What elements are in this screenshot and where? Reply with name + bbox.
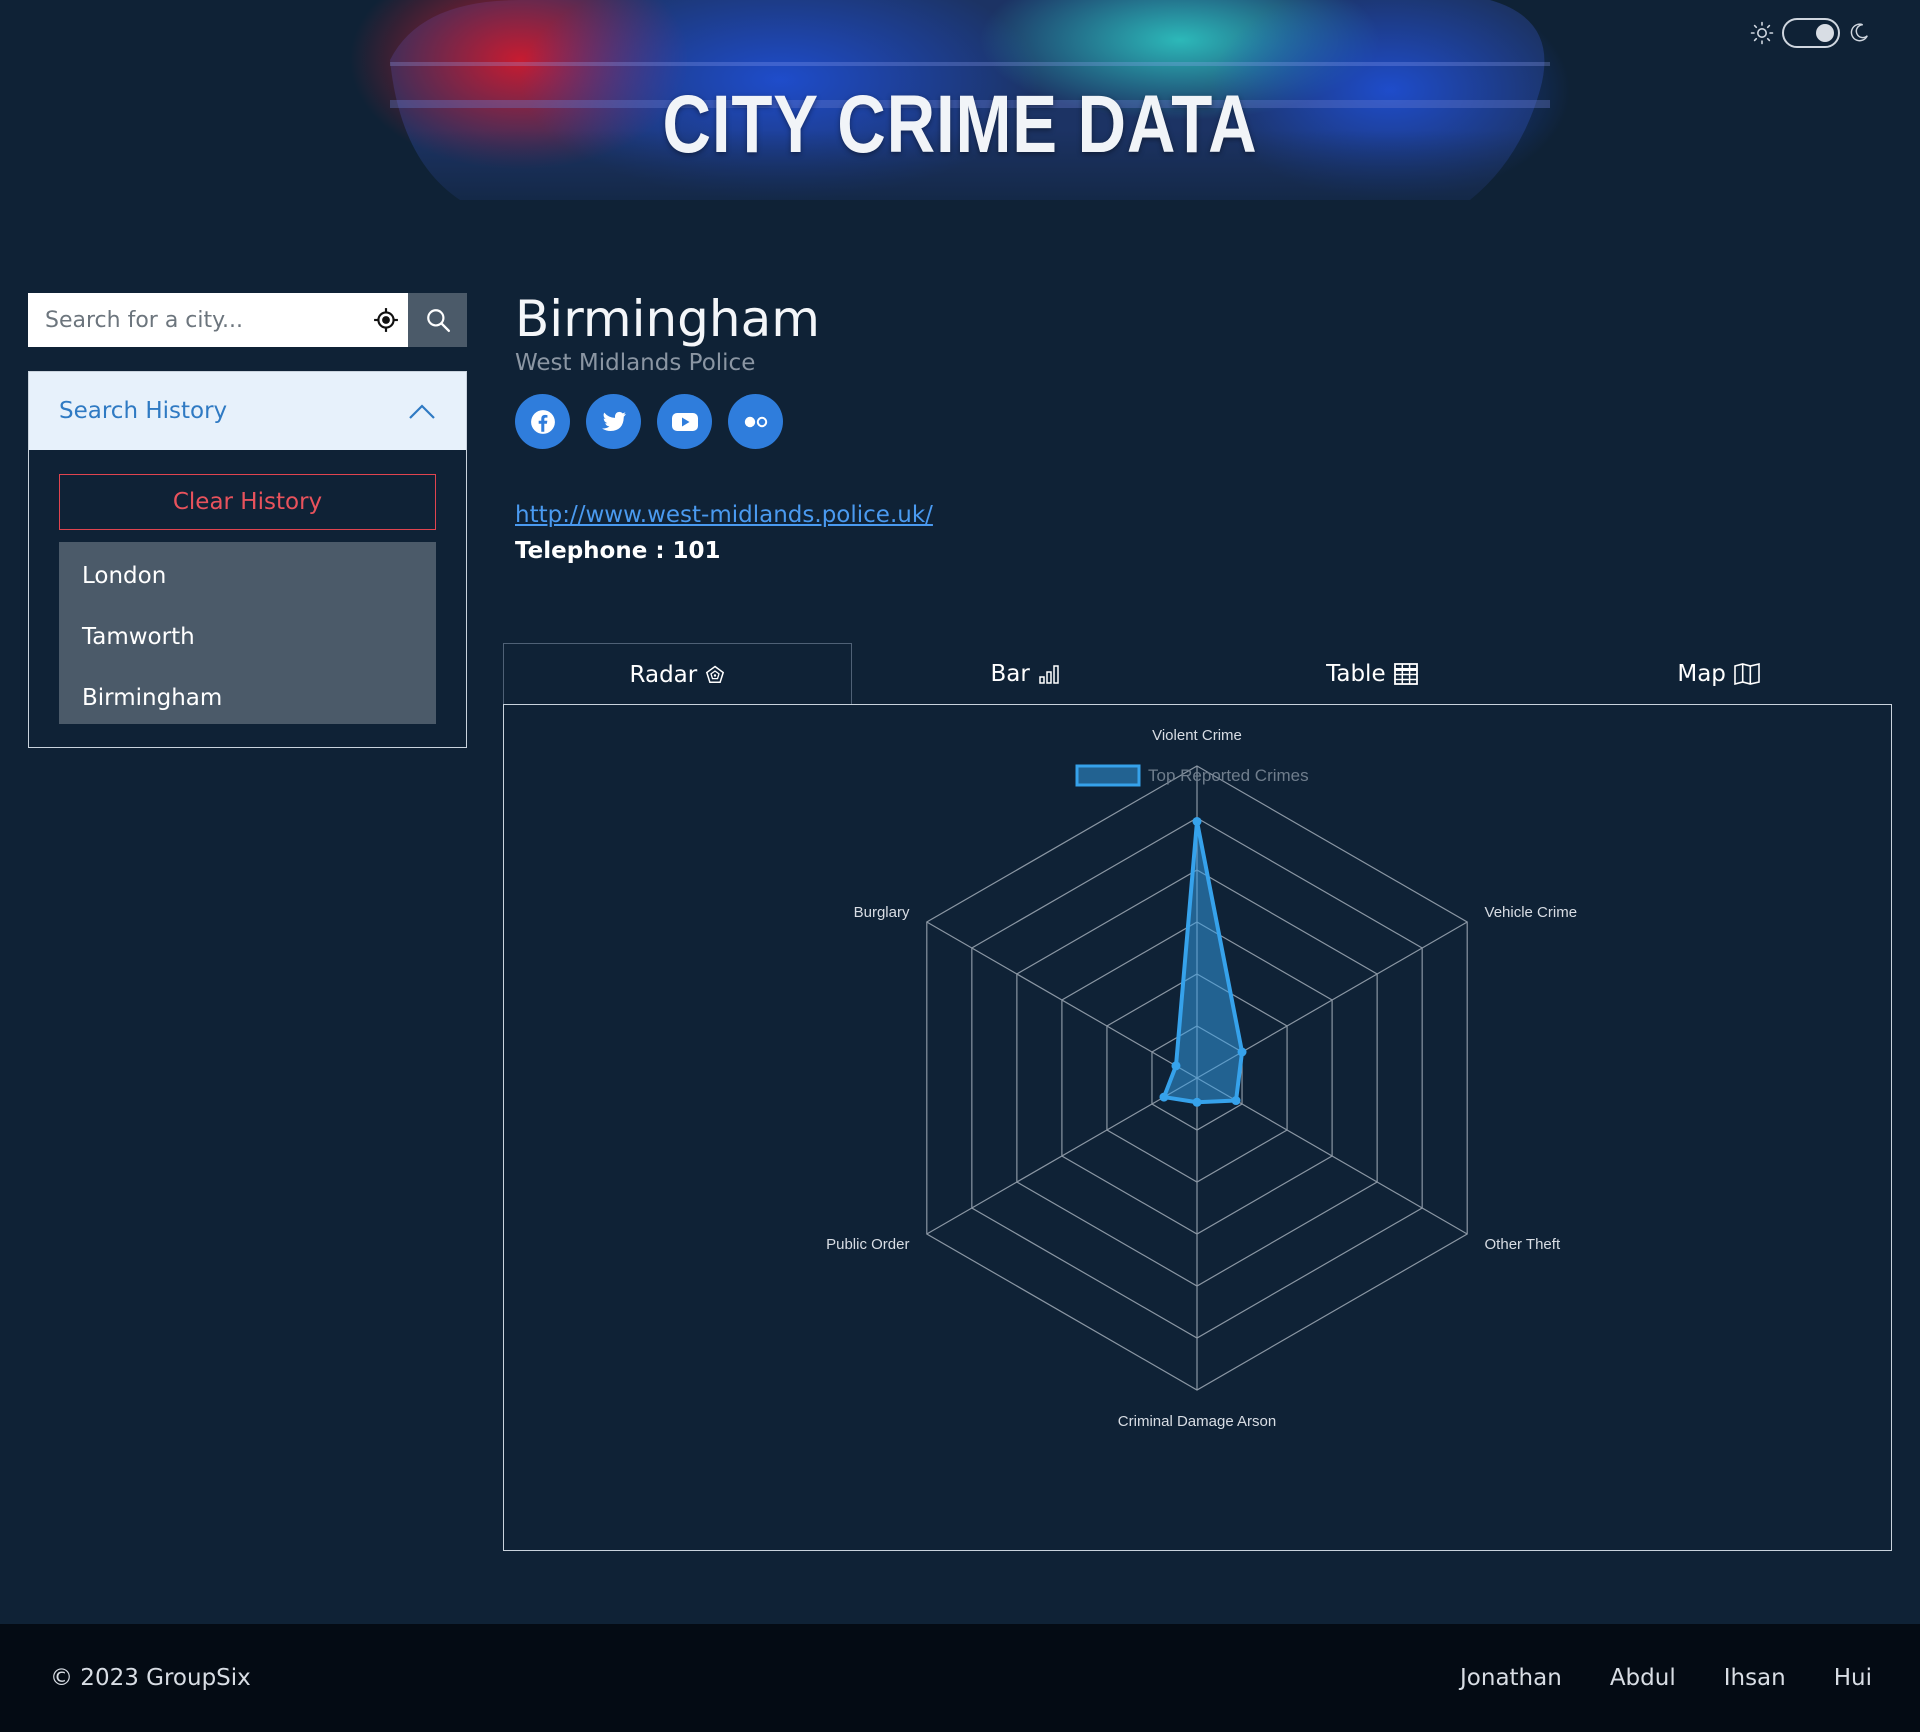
twitter-link[interactable] xyxy=(586,394,641,449)
radar-chart: Violent Crime Vehicle Crime Other Theft Cri… xyxy=(826,727,1578,1430)
crosshair-icon[interactable] xyxy=(373,307,399,333)
radar-category-label: Vehicle Crime xyxy=(1485,904,1578,921)
author-link[interactable]: Abdul xyxy=(1610,1665,1676,1691)
author-link[interactable]: Jonathan xyxy=(1460,1665,1562,1691)
moon-icon xyxy=(1850,23,1868,42)
search-history-panel: Search History Clear History London Tamw… xyxy=(28,371,467,748)
radar-point[interactable] xyxy=(1192,816,1202,826)
page-title: CITY CRIME DATA xyxy=(662,79,1258,170)
history-item[interactable]: London xyxy=(59,548,436,609)
tab-table[interactable]: Table xyxy=(1199,643,1546,705)
hero-banner: CITY CRIME DATA xyxy=(0,0,1920,245)
tab-map[interactable]: Map xyxy=(1545,643,1892,705)
radar-category-label: Burglary xyxy=(854,904,910,921)
police-website-link[interactable]: http://www.west-midlands.police.uk/ xyxy=(515,502,933,528)
history-item[interactable]: Tamworth xyxy=(59,609,436,670)
radar-point[interactable] xyxy=(1159,1092,1169,1102)
search-input[interactable] xyxy=(28,293,408,347)
radar-point[interactable] xyxy=(1231,1096,1241,1106)
police-force-name: West Midlands Police xyxy=(515,350,756,376)
radar-category-label: Violent Crime xyxy=(1152,727,1242,744)
theme-switch[interactable] xyxy=(1782,18,1840,48)
tab-radar[interactable]: Radar xyxy=(503,643,852,705)
tab-label: Table xyxy=(1326,661,1386,687)
chart-tabs: Radar Bar Table Map xyxy=(503,643,1892,705)
search-icon xyxy=(426,309,450,333)
tab-label: Radar xyxy=(629,661,698,688)
footer: © 2023 GroupSix Jonathan Abdul Ihsan Hui xyxy=(0,1624,1920,1732)
legend-swatch[interactable] xyxy=(1075,764,1141,787)
sun-icon xyxy=(1750,21,1774,45)
twitter-icon xyxy=(601,411,626,431)
radar-point[interactable] xyxy=(1171,1061,1181,1071)
city-name: Birmingham xyxy=(515,290,820,348)
author-link[interactable]: Hui xyxy=(1834,1665,1872,1691)
facebook-link[interactable] xyxy=(515,394,570,449)
radar-category-label: Public Order xyxy=(826,1236,909,1253)
search-history-toggle[interactable]: Search History xyxy=(29,372,466,450)
search-history-title: Search History xyxy=(59,398,228,424)
author-links: Jonathan Abdul Ihsan Hui xyxy=(1460,1665,1872,1691)
radar-category-label: Other Theft xyxy=(1485,1236,1561,1253)
map-icon xyxy=(1734,663,1760,685)
radar-series-area[interactable] xyxy=(1161,819,1245,1105)
theme-switch-knob xyxy=(1816,24,1834,42)
clear-history-button[interactable]: Clear History xyxy=(59,474,436,530)
radar-chart-panel: Violent Crime Vehicle Crime Other Theft Cri… xyxy=(503,704,1892,1551)
radar-point[interactable] xyxy=(1192,1097,1202,1107)
author-link[interactable]: Ihsan xyxy=(1724,1665,1786,1691)
tab-label: Map xyxy=(1677,661,1726,687)
police-telephone: Telephone : 101 xyxy=(515,538,721,564)
radar-category-label: Criminal Damage Arson xyxy=(1118,1413,1276,1430)
flickr-icon xyxy=(744,416,767,427)
history-item[interactable]: Birmingham xyxy=(59,670,436,731)
youtube-link[interactable] xyxy=(657,394,712,449)
radar-icon xyxy=(706,665,725,683)
flickr-link[interactable] xyxy=(728,394,783,449)
facebook-icon xyxy=(530,409,555,434)
radar-point[interactable] xyxy=(1237,1047,1247,1057)
search-button[interactable] xyxy=(408,293,467,347)
theme-toggle[interactable] xyxy=(1750,18,1880,48)
city-search xyxy=(28,293,467,347)
tab-label: Bar xyxy=(990,661,1030,687)
social-links xyxy=(515,394,783,449)
chevron-up-icon xyxy=(409,404,435,419)
tab-bar[interactable]: Bar xyxy=(852,643,1199,705)
copyright-text: © 2023 GroupSix xyxy=(50,1665,251,1691)
legend-label[interactable]: Top Reported Crimes xyxy=(1148,766,1309,785)
youtube-icon xyxy=(671,412,698,431)
table-icon xyxy=(1393,663,1418,685)
bar-chart-icon xyxy=(1039,665,1059,684)
history-list: London Tamworth Birmingham xyxy=(59,542,436,724)
